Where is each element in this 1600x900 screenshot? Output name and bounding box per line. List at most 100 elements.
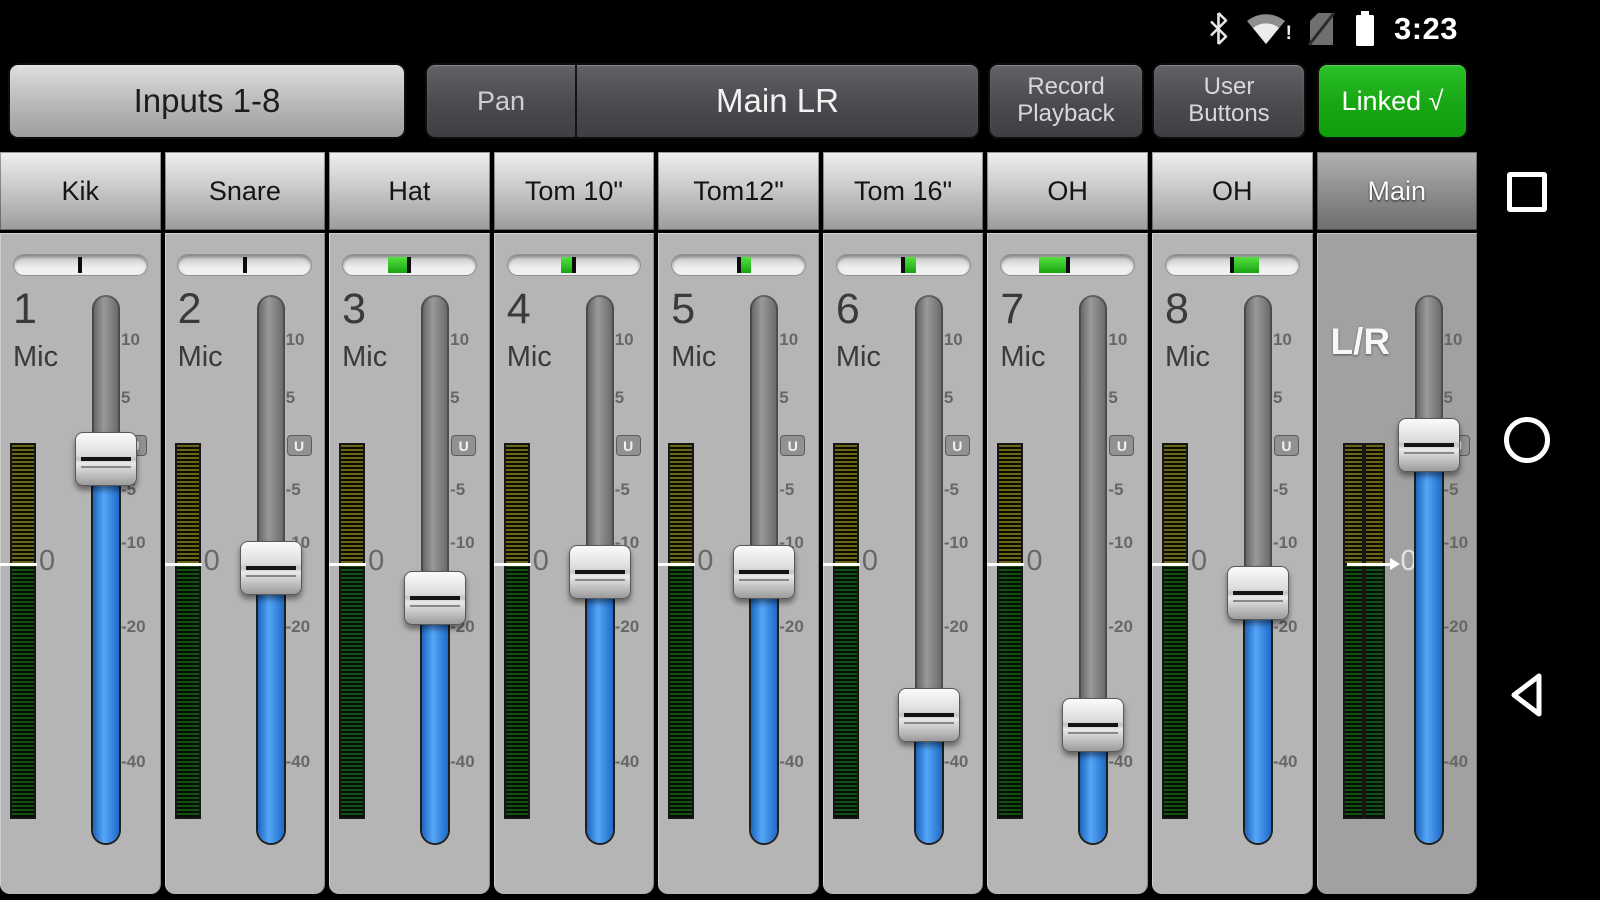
pan-center-tick [901, 257, 905, 273]
channel-name-header[interactable]: Kik [0, 152, 161, 230]
linked-toggle-button[interactable]: Linked √ [1317, 63, 1468, 139]
fader-scale-label: -5 [1108, 480, 1144, 500]
inputs-bank-button[interactable]: Inputs 1-8 [8, 63, 406, 139]
fader-thumb-highlight [246, 575, 296, 577]
fader-thumb-groove [1233, 591, 1283, 595]
fader-track-fill[interactable] [422, 598, 448, 843]
fader-thumb[interactable] [1398, 418, 1460, 472]
back-triangle-icon[interactable] [1510, 672, 1544, 723]
fader-track-fill[interactable] [1416, 445, 1442, 843]
pan-slider[interactable] [177, 254, 312, 276]
fader-track-fill[interactable] [751, 572, 777, 843]
home-circle-icon[interactable] [1504, 417, 1550, 463]
fader-thumb[interactable] [733, 545, 795, 599]
channel-number: 2 [178, 285, 202, 334]
wifi-warning-icon: ! [1246, 12, 1288, 45]
fader-track-fill[interactable] [587, 572, 613, 843]
main-lr-mix-button[interactable]: Main LR [575, 65, 978, 137]
channel-name: Tom 16" [854, 176, 952, 207]
fader-scale-label: -10 [450, 533, 486, 553]
meter-zero-line [165, 563, 202, 566]
channel-strip-body: 8 Mic 0 U 105-5-10-20-40 [1152, 233, 1313, 894]
channel-strip: Kik 1 Mic 0 U [0, 152, 161, 900]
fader-scale-label: 5 [1444, 388, 1480, 408]
fader-track[interactable] [915, 295, 943, 715]
fader-thumb[interactable] [1062, 698, 1124, 752]
user-buttons-button[interactable]: User Buttons [1152, 63, 1306, 139]
channel-strip-body: 3 Mic 0 U 105-5-10-20-40 [329, 233, 490, 894]
record-playback-button[interactable]: Record Playback [988, 63, 1144, 139]
fader-thumb[interactable] [1227, 566, 1289, 620]
fader-track[interactable] [257, 295, 285, 568]
meter-zero-line [329, 563, 366, 566]
pan-center-tick [1230, 257, 1234, 273]
pan-amount-indicator [388, 257, 409, 273]
pan-slider[interactable] [1165, 254, 1300, 276]
channel-strip: Snare 2 Mic 0 U [165, 152, 326, 900]
fader-thumb[interactable] [240, 541, 302, 595]
mixer-strips: Kik 1 Mic 0 U [0, 152, 1477, 900]
fader-thumb-groove [575, 570, 625, 574]
fader-thumb-groove [410, 596, 460, 600]
fader-track-fill[interactable] [258, 568, 284, 843]
fader-track[interactable] [1244, 295, 1272, 593]
unity-marker: U [451, 435, 476, 456]
fader-track-fill[interactable] [1245, 593, 1271, 843]
fader-scale-label: 10 [1444, 330, 1480, 350]
fader-thumb[interactable] [75, 432, 137, 486]
meter-zero-label: 0 [39, 545, 55, 578]
fader-scale-label: -5 [944, 480, 980, 500]
pan-slider[interactable] [671, 254, 806, 276]
fader-thumb-highlight [410, 605, 460, 607]
channel-name-header[interactable]: Tom12" [658, 152, 819, 230]
channel-name-header[interactable]: Tom 10" [494, 152, 655, 230]
meter-green-zone [341, 565, 363, 817]
pan-mode-button[interactable]: Pan [427, 65, 575, 137]
fader-scale-label: -40 [286, 752, 322, 772]
fader-scale-label: 10 [615, 330, 651, 350]
fader-scale-label: 5 [450, 388, 486, 408]
fader-thumb[interactable] [404, 571, 466, 625]
clock: 3:23 [1394, 11, 1458, 47]
pan-slider[interactable] [836, 254, 971, 276]
meter-green-zone [670, 565, 692, 817]
channel-name-header[interactable]: Tom 16" [823, 152, 984, 230]
pan-slider[interactable] [13, 254, 148, 276]
fader-scale-label: -40 [121, 752, 157, 772]
channel-name-header[interactable]: Main [1317, 152, 1478, 230]
channel-name: Tom12" [693, 176, 784, 207]
fader-track-fill[interactable] [93, 459, 119, 843]
fader-scale-label: 5 [779, 388, 815, 408]
channel-name-header[interactable]: Hat [329, 152, 490, 230]
channel-strip: Hat 3 Mic 0 U [329, 152, 490, 900]
channel-source-label: Mic [507, 341, 552, 374]
pan-slider[interactable] [507, 254, 642, 276]
fader-scale-label: -5 [1273, 480, 1309, 500]
linked-toggle-label: Linked √ [1342, 86, 1444, 117]
channel-source-label: Mic [1000, 341, 1045, 374]
channel-source-label: Mic [671, 341, 716, 374]
channel-name-header[interactable]: OH [1152, 152, 1313, 230]
bluetooth-icon [1209, 12, 1228, 45]
fader-thumb[interactable] [898, 688, 960, 742]
fader-track[interactable] [750, 295, 778, 572]
channel-source-label: Mic [178, 341, 223, 374]
meter-yellow-zone [1366, 445, 1383, 565]
channel-strip: OH 7 Mic 0 U [987, 152, 1148, 900]
fader-track[interactable] [1079, 295, 1107, 725]
channel-name-header[interactable]: Snare [165, 152, 326, 230]
level-meter [668, 443, 694, 819]
unity-marker: U [945, 435, 970, 456]
fader-track[interactable] [586, 295, 614, 572]
channel-strip: Tom12" 5 Mic 0 U [658, 152, 819, 900]
pan-slider[interactable] [342, 254, 477, 276]
pan-center-tick [78, 257, 82, 273]
channel-name-header[interactable]: OH [987, 152, 1148, 230]
channel-strip-body: 7 Mic 0 U 105-5-10-20-40 [987, 233, 1148, 894]
recents-square-icon[interactable] [1507, 172, 1547, 212]
pan-center-tick [1066, 257, 1070, 273]
fader-thumb[interactable] [569, 545, 631, 599]
pan-slider[interactable] [1000, 254, 1135, 276]
channel-strip-body: 1 Mic 0 U 105-5-10-20-40 [0, 233, 161, 894]
fader-track[interactable] [421, 295, 449, 598]
